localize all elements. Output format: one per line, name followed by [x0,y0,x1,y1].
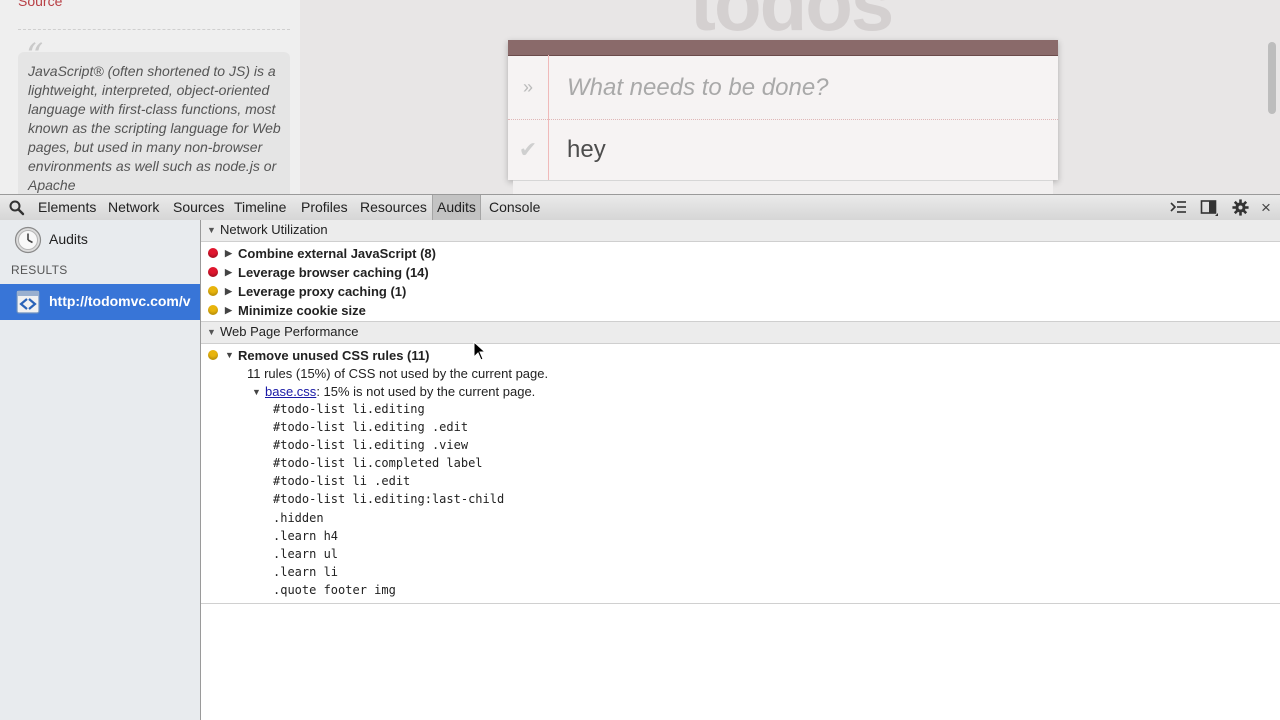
gear-icon[interactable] [1231,199,1250,216]
page-scrollbar[interactable] [1268,42,1276,114]
page-viewport: Source “ JavaScript® (often shortened to… [0,0,1280,194]
category-title: Web Page Performance [220,324,359,339]
tab-audits[interactable]: Audits [432,195,481,220]
audit-result-url: http://todomvc.com/v [49,293,191,309]
collapse-triangle-icon[interactable]: ▼ [225,346,234,365]
audit-rule-label: Minimize cookie size [238,303,366,318]
toggle-all-icon[interactable]: » [508,56,548,119]
unused-selector: #todo-list li.completed label [273,456,483,470]
severity-red-icon [208,267,218,277]
new-todo-input[interactable]: What needs to be done? [567,56,829,119]
unused-selector: #todo-list li.editing .view [273,438,469,452]
page-result-icon [16,290,40,314]
audit-rule-label: Remove unused CSS rules (11) [238,348,430,363]
todo-app: » What needs to be done? ✔ hey [508,40,1058,180]
expand-triangle-icon[interactable]: ▶ [225,282,232,301]
unused-selector: .hidden [273,511,324,525]
todo-margin-line [548,55,549,180]
tab-elements[interactable]: Elements [34,195,100,220]
severity-yellow-icon [208,305,218,315]
audits-clock-icon[interactable] [14,226,42,254]
source-link[interactable]: Source [18,0,62,9]
audit-rule-label: Leverage browser caching (14) [238,265,429,280]
severity-yellow-icon [208,286,218,296]
todo-item-label[interactable]: hey [567,120,606,180]
css-file-link[interactable]: base.css [265,384,316,399]
todo-app-topbar [508,40,1058,56]
tab-network[interactable]: Network [104,195,163,220]
expand-file-triangle-icon[interactable]: ▼ [252,387,261,397]
todo-checkmark-icon[interactable]: ✔ [508,120,548,180]
tab-console[interactable]: Console [485,195,544,220]
tab-timeline[interactable]: Timeline [230,195,290,220]
results-section-label: RESULTS [11,263,68,277]
unused-selector: .learn ul [273,547,339,561]
expand-triangle-icon[interactable]: ▶ [225,244,232,263]
file-usage-line: base.css: 15% is not used by the current… [265,384,535,399]
unused-selector: #todo-list li.editing [273,402,425,416]
unused-selector: #todo-list li .edit [273,474,411,488]
audit-results-panel: ▼ Network Utilization ▶ Combine external… [201,220,1280,720]
tab-sources[interactable]: Sources [169,195,228,220]
tab-resources[interactable]: Resources [356,195,431,220]
severity-red-icon [208,248,218,258]
devtools-toolbar: Elements Network Sources Timeline Profil… [0,194,1280,221]
severity-yellow-icon [208,350,218,360]
unused-selector: #todo-list li.editing .edit [273,420,469,434]
unused-selector: #todo-list li.editing:last-child [273,492,505,506]
close-icon[interactable]: × [1257,195,1275,220]
learn-sidebar: Source “ JavaScript® (often shortened to… [0,0,300,194]
audit-rule-label: Leverage proxy caching (1) [238,284,407,299]
category-web-page-performance[interactable]: ▼ Web Page Performance [201,321,1280,344]
learn-divider [18,29,290,30]
collapse-triangle-icon[interactable]: ▼ [207,322,216,342]
results-divider [201,603,1280,604]
mouse-cursor-icon [473,341,487,361]
dock-icon[interactable] [1200,199,1218,216]
category-network-utilization[interactable]: ▼ Network Utilization [201,220,1280,242]
unused-selector: .quote footer img [273,583,396,597]
category-title: Network Utilization [220,222,328,237]
expand-triangle-icon[interactable]: ▶ [225,301,232,320]
collapse-triangle-icon[interactable]: ▼ [207,220,216,240]
todo-footer [513,180,1053,194]
tab-profiles[interactable]: Profiles [297,195,352,220]
console-drawer-icon[interactable] [1169,199,1187,216]
audit-rule-label: Combine external JavaScript (8) [238,246,436,261]
audits-sidebar-label[interactable]: Audits [49,231,88,247]
audits-sidebar: Audits RESULTS http://todomvc.com/v [0,220,201,720]
quote-text: JavaScript® (often shortened to JS) is a… [28,63,281,193]
audit-rule-summary: 11 rules (15%) of CSS not used by the cu… [247,366,549,381]
audit-result-item[interactable]: http://todomvc.com/v [0,284,200,320]
search-icon[interactable] [8,199,26,217]
css-file-note: : 15% is not used by the current page. [316,384,536,399]
unused-selector: .learn li [273,565,339,579]
unused-selector: .learn h4 [273,529,339,543]
expand-triangle-icon[interactable]: ▶ [225,263,232,282]
